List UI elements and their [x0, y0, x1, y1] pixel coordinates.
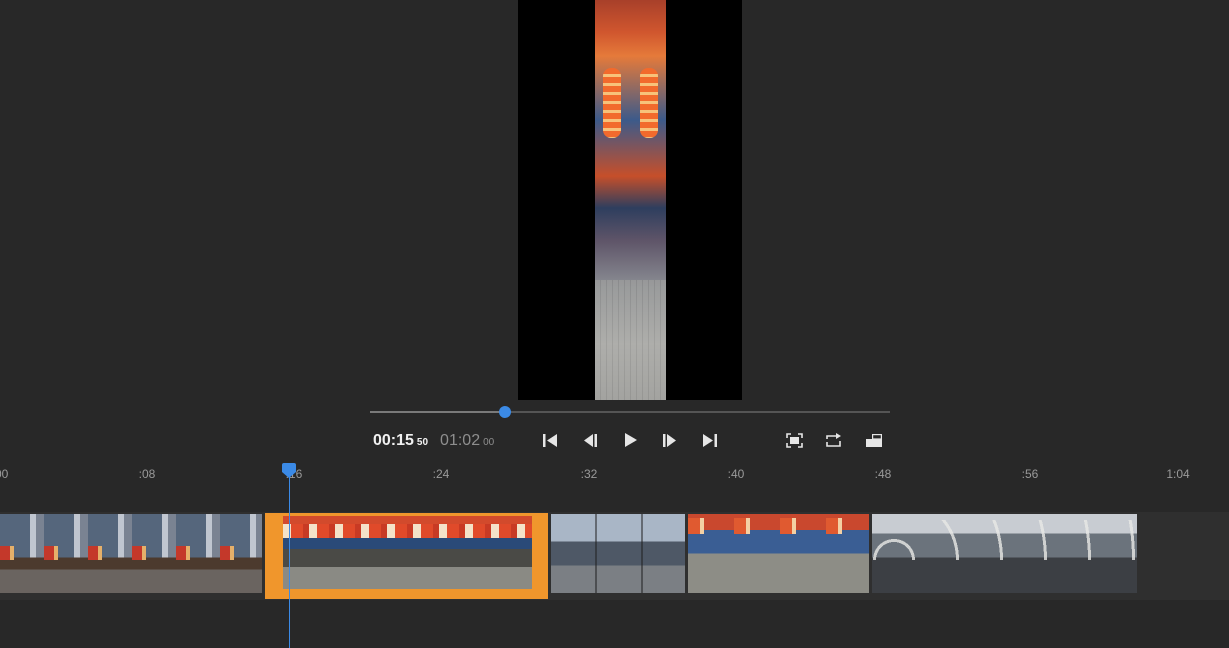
skip-to-end-button[interactable] — [699, 430, 721, 450]
timeline-clip-selected[interactable] — [265, 513, 548, 599]
play-icon — [625, 433, 637, 447]
step-back-button[interactable] — [579, 430, 601, 450]
loop-button[interactable] — [823, 430, 845, 450]
step-forward-icon — [663, 433, 676, 447]
playhead-line[interactable] — [289, 476, 290, 648]
duration-frames: 00 — [483, 437, 495, 448]
fit-to-frame-icon — [785, 432, 803, 448]
timeline-clip[interactable] — [0, 514, 262, 593]
current-time: 00:15 — [373, 432, 414, 449]
timeline-clip[interactable] — [688, 514, 869, 593]
scrubber-progress — [370, 411, 506, 413]
clip-thumbnails — [551, 514, 685, 593]
scrubber-handle[interactable] — [499, 406, 512, 418]
duration-time: 01:02 — [440, 432, 481, 449]
loop-icon — [826, 432, 841, 447]
scrubber-track[interactable] — [370, 406, 890, 418]
timeline-clip[interactable] — [551, 514, 685, 593]
preview-video-frame — [595, 0, 666, 400]
ruler-tick: :00 — [0, 467, 9, 481]
clip-thumbnails — [0, 514, 262, 593]
preview-floor — [595, 280, 666, 400]
timeline-clip[interactable] — [872, 514, 1137, 593]
clip-thumbnails — [283, 516, 532, 589]
play-button[interactable] — [619, 430, 641, 450]
ruler-tick: :40 — [727, 467, 745, 481]
timecode-display: 00:15 50 01:02 00 — [373, 432, 494, 450]
ruler-tick: :32 — [580, 467, 598, 481]
fit-to-frame-button[interactable] — [783, 430, 805, 450]
video-preview — [518, 0, 742, 400]
ruler-tick: :24 — [432, 467, 450, 481]
skip-to-start-button[interactable] — [539, 430, 561, 450]
ruler-tick: :08 — [138, 467, 156, 481]
ruler-tick: 1:04 — [1166, 467, 1190, 481]
step-back-icon — [584, 433, 597, 447]
current-frames: 50 — [416, 437, 429, 448]
aspect-ratio-button[interactable] — [863, 430, 885, 450]
step-forward-button[interactable] — [659, 430, 681, 450]
skip-to-start-icon — [543, 433, 557, 447]
aspect-ratio-icon — [866, 433, 882, 447]
ruler-tick: :56 — [1021, 467, 1039, 481]
clip-thumbnails — [688, 514, 869, 593]
clip-thumbnails — [872, 514, 1137, 593]
skip-to-end-icon — [703, 433, 717, 447]
playhead-handle[interactable] — [281, 463, 297, 478]
ruler-tick: :48 — [874, 467, 892, 481]
